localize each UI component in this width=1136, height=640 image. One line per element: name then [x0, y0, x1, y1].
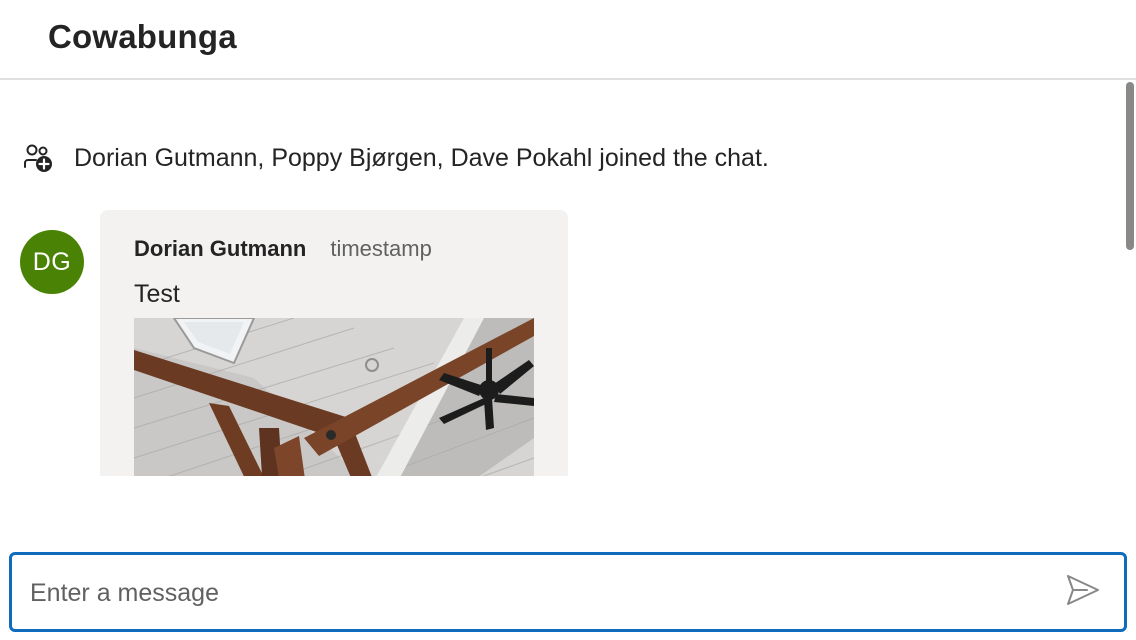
avatar-initials: DG	[32, 247, 72, 276]
chat-header: Cowabunga	[0, 0, 1136, 80]
system-message: Dorian Gutmann, Poppy Bjørgen, Dave Poka…	[22, 140, 769, 176]
scrollbar-thumb[interactable]	[1126, 82, 1134, 250]
chat-title: Cowabunga	[48, 18, 237, 55]
message-author: Dorian Gutmann	[134, 236, 307, 261]
chat-window: Cowabunga Dorian Gutmann, Poppy Bjørgen,…	[0, 0, 1136, 640]
message-thread[interactable]: Dorian Gutmann, Poppy Bjørgen, Dave Poka…	[0, 82, 1136, 476]
message-bubble[interactable]: Dorian Gutmann timestamp Test	[100, 210, 568, 476]
message-header: Dorian Gutmann timestamp	[134, 236, 432, 262]
send-button[interactable]	[1064, 573, 1102, 611]
people-add-icon	[22, 142, 54, 174]
message-text: Test	[134, 280, 180, 308]
message-timestamp: timestamp	[330, 236, 432, 261]
system-message-text: Dorian Gutmann, Poppy Bjørgen, Dave Poka…	[74, 143, 769, 172]
avatar[interactable]: DG	[20, 230, 84, 294]
image-attachment[interactable]	[134, 318, 534, 476]
message-input[interactable]	[28, 567, 1032, 619]
send-icon	[1065, 573, 1101, 612]
message-composer	[9, 552, 1127, 632]
scrollbar[interactable]	[1124, 82, 1136, 476]
